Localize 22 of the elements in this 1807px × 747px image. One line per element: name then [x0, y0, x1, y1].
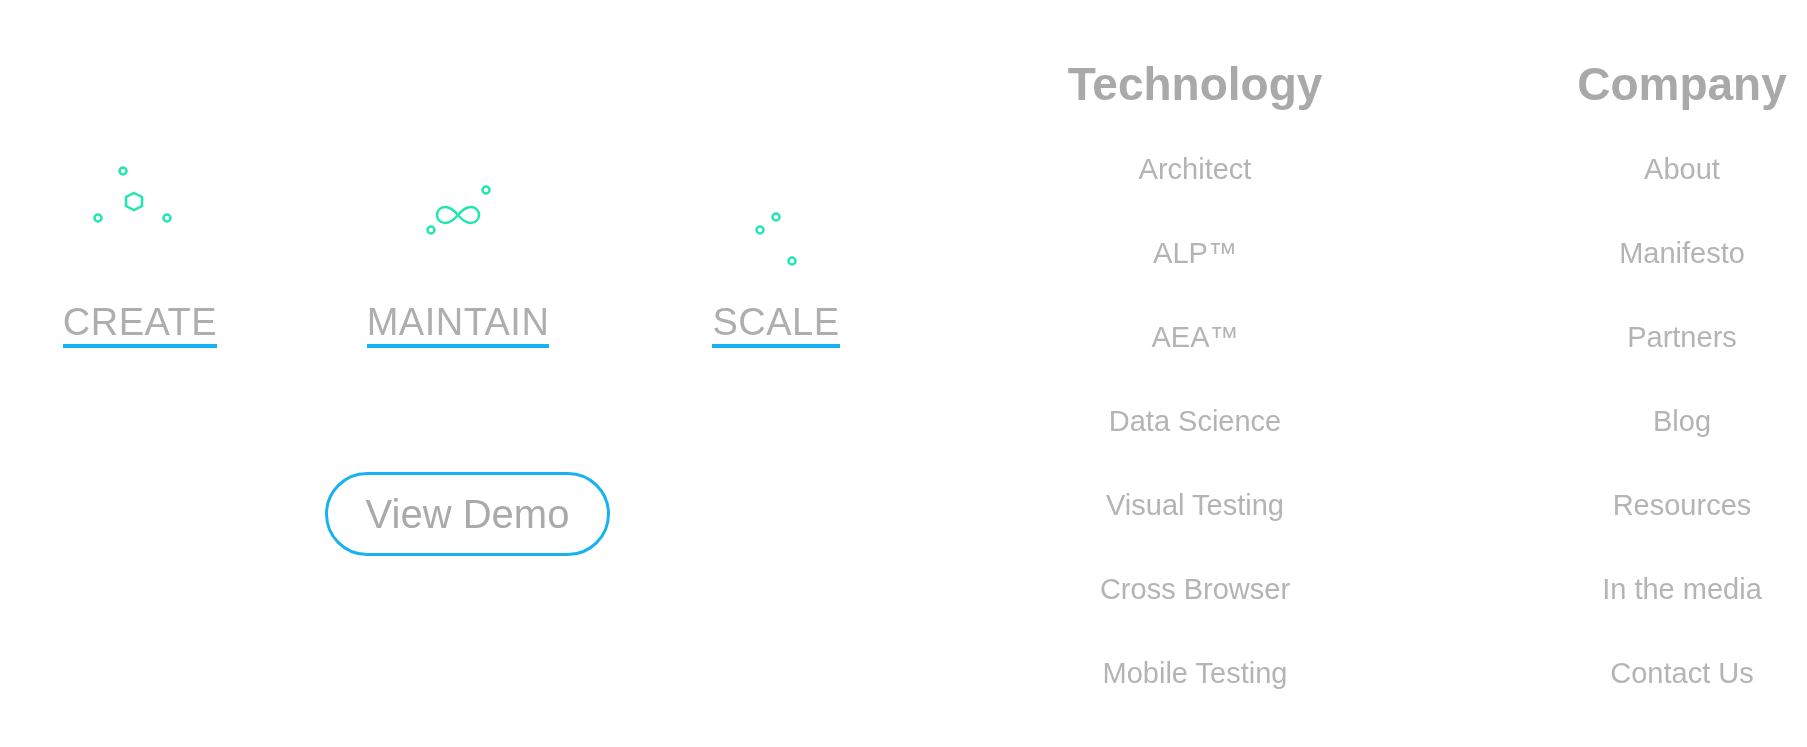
footer-link[interactable]: AEA™: [1151, 317, 1239, 357]
feature-link[interactable]: SCALE: [712, 300, 840, 348]
footer-link[interactable]: About: [1644, 149, 1720, 189]
footer-link[interactable]: In the media: [1602, 569, 1762, 609]
footer-link[interactable]: Blog: [1652, 401, 1711, 441]
footer-link[interactable]: Cross Browser: [1099, 569, 1291, 609]
dots-icon: [754, 212, 798, 266]
footer-link[interactable]: ALP™: [1153, 233, 1237, 273]
footer-link[interactable]: Visual Testing: [1106, 485, 1284, 525]
feature-link[interactable]: MAINTAIN: [366, 300, 550, 348]
feature-link[interactable]: CREATE: [62, 300, 218, 348]
footer-link[interactable]: Manifesto: [1619, 233, 1745, 273]
column-heading: Company: [1577, 57, 1787, 112]
infinity-dots-icon: [425, 185, 491, 235]
view-demo-button[interactable]: View Demo: [325, 472, 610, 556]
footer-link[interactable]: Partners: [1627, 317, 1737, 357]
footer-link[interactable]: Architect: [1138, 149, 1252, 189]
column-heading: Technology: [1067, 57, 1323, 112]
footer-link[interactable]: Resources: [1612, 485, 1752, 525]
footer-link[interactable]: Data Science: [1108, 401, 1282, 441]
footer-link[interactable]: Mobile Testing: [1102, 653, 1288, 693]
footer-link[interactable]: Contact Us: [1610, 653, 1754, 693]
